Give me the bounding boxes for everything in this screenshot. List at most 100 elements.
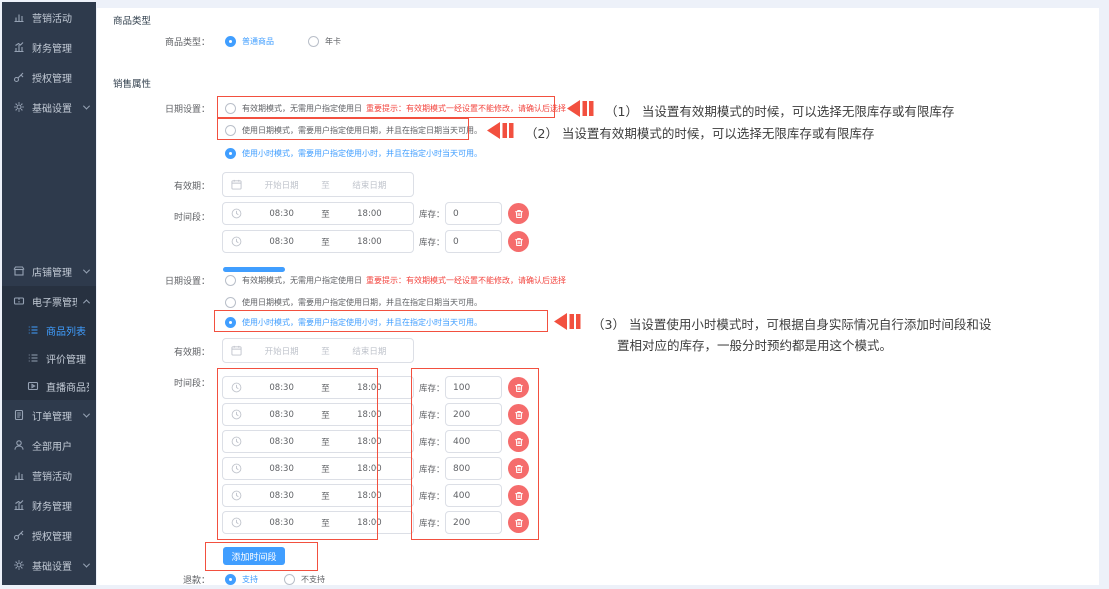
stock-input[interactable] bbox=[445, 376, 502, 399]
radio-hour-mode[interactable]: 使用小时模式，需要用户指定使用小时，并且在指定小时当天可用。 bbox=[225, 313, 482, 331]
stock-label: 库存： bbox=[419, 382, 445, 394]
time-range-input[interactable]: 08:30 至 18:00 bbox=[222, 230, 414, 253]
sidebar-item-finance[interactable]: 财务管理 bbox=[2, 32, 96, 62]
stock-input[interactable] bbox=[445, 202, 502, 225]
trash-icon bbox=[514, 464, 524, 474]
end-time: 18:00 bbox=[334, 410, 405, 420]
sidebar-item-store-management[interactable]: 店铺管理 bbox=[2, 256, 96, 286]
calendar-icon bbox=[231, 179, 242, 190]
radio-date-mode[interactable]: 使用日期模式，需要用户指定使用日期，并且在指定日期当天可用。 bbox=[225, 293, 482, 311]
list-icon bbox=[27, 352, 39, 364]
time-range-input[interactable]: 08:30 至 18:00 bbox=[222, 376, 414, 399]
start-time: 08:30 bbox=[246, 237, 317, 247]
sidebar-item-authorization-2[interactable]: 授权管理 bbox=[2, 520, 96, 550]
sidebar-item-label: 直播商品列表 bbox=[46, 379, 89, 394]
delete-timeslot-button[interactable] bbox=[508, 404, 529, 425]
timeslot-row: 08:30 至 18:00 库存： bbox=[222, 230, 529, 253]
range-separator: 至 bbox=[321, 463, 330, 475]
time-range-input[interactable]: 08:30 至 18:00 bbox=[222, 484, 414, 507]
timeslot-label: 时间段： bbox=[97, 376, 210, 389]
sidebar-item-order-management[interactable]: 订单管理 bbox=[2, 400, 96, 430]
radio-validity-mode[interactable]: 有效期模式，无需用户指定使用日 重要提示：有效期模式一经设置不能修改，请确认后选… bbox=[225, 99, 566, 117]
radio-unselected-icon bbox=[225, 275, 236, 286]
sidebar-submenu-eticket: 电子票管理 商品列表 评价管理 直播商品列表 bbox=[2, 286, 96, 400]
chevron-down-icon bbox=[83, 266, 90, 273]
clock-icon bbox=[231, 208, 242, 219]
validity-label: 有效期： bbox=[97, 179, 210, 192]
date-range-input[interactable]: 开始日期 至 结束日期 bbox=[222, 172, 414, 197]
radio-refund-not-supported[interactable]: 不支持 bbox=[284, 574, 325, 585]
date-setting-label: 日期设置： bbox=[97, 274, 210, 287]
add-timeslot-button[interactable]: 添加时间段 bbox=[223, 547, 285, 565]
time-range-input[interactable]: 08:30 至 18:00 bbox=[222, 202, 414, 225]
radio-validity-mode[interactable]: 有效期模式，无需用户指定使用日 重要提示：有效期模式一经设置不能修改，请确认后选… bbox=[225, 271, 566, 289]
stock-input[interactable] bbox=[445, 403, 502, 426]
clock-icon bbox=[231, 409, 242, 420]
radio-hour-mode[interactable]: 使用小时模式，需要用户指定使用小时，并且在指定小时当天可用。 bbox=[225, 144, 482, 162]
date-range-input[interactable]: 开始日期 至 结束日期 bbox=[222, 338, 414, 363]
trash-icon bbox=[514, 209, 524, 219]
time-range-input[interactable]: 08:30 至 18:00 bbox=[222, 430, 414, 453]
key-icon bbox=[13, 529, 25, 541]
trash-icon bbox=[514, 410, 524, 420]
range-separator: 至 bbox=[321, 208, 330, 220]
sidebar-item-label: 商品列表 bbox=[46, 323, 89, 338]
list-icon bbox=[27, 324, 39, 336]
trash-icon bbox=[514, 437, 524, 447]
delete-timeslot-button[interactable] bbox=[508, 231, 529, 252]
range-separator: 至 bbox=[321, 409, 330, 421]
sidebar-spacer bbox=[2, 122, 96, 256]
gear-icon bbox=[13, 101, 25, 113]
time-range-input[interactable]: 08:30 至 18:00 bbox=[222, 403, 414, 426]
stock-label: 库存： bbox=[419, 490, 445, 502]
radio-normal-product[interactable]: 普通商品 bbox=[225, 36, 274, 47]
clock-icon bbox=[231, 436, 242, 447]
radio-annual-card[interactable]: 年卡 bbox=[308, 36, 341, 47]
delete-timeslot-button[interactable] bbox=[508, 458, 529, 479]
chart-icon bbox=[13, 499, 25, 511]
sidebar-item-finance-2[interactable]: 财务管理 bbox=[2, 490, 96, 520]
key-icon bbox=[13, 71, 25, 83]
sidebar-item-label: 营销活动 bbox=[32, 468, 89, 483]
radio-unselected-icon bbox=[284, 574, 295, 585]
chart-icon bbox=[13, 11, 25, 23]
chart-icon bbox=[13, 41, 25, 53]
trash-icon bbox=[514, 518, 524, 528]
stock-input[interactable] bbox=[445, 484, 502, 507]
clock-icon bbox=[231, 517, 242, 528]
sidebar-item-eticket-management[interactable]: 电子票管理 bbox=[2, 286, 96, 316]
stock-input[interactable] bbox=[445, 430, 502, 453]
sidebar-item-live-product-list[interactable]: 直播商品列表 bbox=[2, 372, 96, 400]
sidebar-item-basic-settings-2[interactable]: 基础设置 bbox=[2, 550, 96, 580]
time-range-input[interactable]: 08:30 至 18:00 bbox=[222, 511, 414, 534]
sidebar-item-marketing[interactable]: 营销活动 bbox=[2, 2, 96, 32]
sidebar-item-basic-settings[interactable]: 基础设置 bbox=[2, 92, 96, 122]
stock-input[interactable] bbox=[445, 511, 502, 534]
stock-input[interactable] bbox=[445, 230, 502, 253]
delete-timeslot-button[interactable] bbox=[508, 512, 529, 533]
gear-icon bbox=[13, 559, 25, 571]
radio-unselected-icon bbox=[225, 297, 236, 308]
delete-timeslot-button[interactable] bbox=[508, 431, 529, 452]
stock-label: 库存： bbox=[419, 463, 445, 475]
delete-timeslot-button[interactable] bbox=[508, 377, 529, 398]
annotation-note-1: （1） 当设置有效期模式的时候，可以选择无限库存或有限库存 bbox=[605, 101, 954, 120]
clock-icon bbox=[231, 490, 242, 501]
radio-unselected-icon bbox=[308, 36, 319, 47]
sidebar-item-review-management[interactable]: 评价管理 bbox=[2, 344, 96, 372]
stock-label: 库存： bbox=[419, 436, 445, 448]
time-range-input[interactable]: 08:30 至 18:00 bbox=[222, 457, 414, 480]
radio-selected-icon bbox=[225, 36, 236, 47]
delete-timeslot-button[interactable] bbox=[508, 485, 529, 506]
stock-input[interactable] bbox=[445, 457, 502, 480]
radio-date-mode[interactable]: 使用日期模式，需要用户指定使用日期，并且在指定日期当天可用。 bbox=[225, 121, 482, 139]
sidebar-item-product-list[interactable]: 商品列表 bbox=[2, 316, 96, 344]
sidebar-item-all-users[interactable]: 全部用户 bbox=[2, 430, 96, 460]
refund-radio-group: 支持 不支持 bbox=[225, 570, 325, 588]
sidebar-item-label: 基础设置 bbox=[32, 100, 77, 115]
delete-timeslot-button[interactable] bbox=[508, 203, 529, 224]
sidebar-item-authorization[interactable]: 授权管理 bbox=[2, 62, 96, 92]
radio-refund-supported[interactable]: 支持 bbox=[225, 574, 258, 585]
radio-label: 有效期模式，无需用户指定使用日 bbox=[242, 103, 362, 114]
sidebar-item-marketing-2[interactable]: 营销活动 bbox=[2, 460, 96, 490]
